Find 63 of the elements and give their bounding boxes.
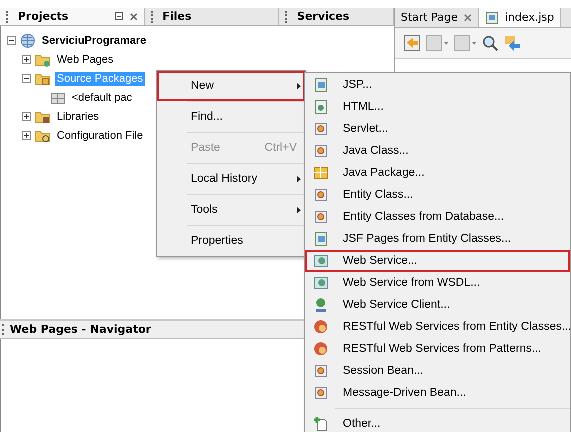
close-icon — [130, 12, 138, 20]
class-icon — [313, 363, 329, 379]
globe-icon — [20, 32, 36, 48]
menu-item[interactable]: Tools — [157, 195, 305, 225]
panel-title: Web Pages - Navigator — [10, 323, 152, 336]
panel-tab[interactable]: Files — [144, 8, 280, 25]
expand-icon[interactable] — [22, 131, 31, 140]
menu-item[interactable]: Servlet... — [305, 118, 570, 140]
new-file-icon — [313, 416, 329, 432]
rest-service-icon — [313, 319, 329, 335]
expand-icon[interactable] — [22, 112, 31, 121]
web-service-icon — [313, 253, 329, 269]
jsp-file-icon — [485, 10, 499, 24]
menu-item[interactable]: RESTful Web Services from Entity Classes... — [305, 316, 570, 338]
close-icon — [464, 14, 472, 22]
menu-item[interactable]: HTML... — [305, 96, 570, 118]
tree-item[interactable]: <default pac — [70, 90, 134, 104]
class-icon — [313, 385, 329, 401]
tree-item[interactable]: ServiciuProgramare — [40, 34, 149, 48]
back-icon — [403, 34, 421, 52]
menu-item[interactable]: Java Package... — [305, 162, 570, 184]
menu-item[interactable]: Session Bean... — [305, 360, 570, 382]
back-dropdown-icon — [425, 34, 449, 52]
menu-item[interactable]: Java Class... — [305, 140, 570, 162]
tree-item[interactable]: Web Pages — [55, 52, 116, 66]
package-icon — [313, 165, 329, 181]
document-icon — [313, 77, 329, 93]
web-service-icon — [313, 275, 329, 291]
menu-item[interactable]: JSP... — [305, 74, 570, 96]
class-icon — [313, 143, 329, 159]
arrow-icon — [503, 34, 521, 52]
class-icon — [313, 121, 329, 137]
editor-tab[interactable]: index.jsp — [479, 8, 562, 27]
menu-item[interactable]: RESTful Web Services from Patterns... — [305, 338, 570, 360]
panel-tab[interactable]: Projects — [0, 8, 145, 25]
menu-item[interactable]: Web Service... — [305, 250, 570, 272]
menu-item[interactable]: Find... — [157, 102, 305, 132]
class-icon — [313, 209, 329, 225]
minimize-icon — [114, 12, 124, 21]
panel-tab[interactable]: Services — [279, 8, 394, 25]
document-icon — [313, 99, 329, 115]
class-icon — [313, 187, 329, 203]
expand-icon[interactable] — [22, 55, 31, 64]
web-service-client-icon — [313, 297, 329, 313]
menu-item[interactable]: Web Service Client... — [305, 294, 570, 316]
menu-item[interactable]: Properties — [157, 226, 305, 256]
menu-item[interactable]: Entity Class... — [305, 184, 570, 206]
document-icon — [313, 231, 329, 247]
tree-item[interactable]: Configuration File — [55, 128, 146, 142]
tree-item[interactable]: Libraries — [55, 110, 102, 124]
forward-dropdown-icon — [453, 34, 477, 52]
menu-item[interactable]: Web Service from WSDL... — [305, 272, 570, 294]
collapse-icon[interactable] — [7, 36, 16, 45]
menu-item[interactable]: Entity Classes from Database... — [305, 206, 570, 228]
rest-service-icon — [313, 341, 329, 357]
menu-item[interactable]: Local History — [157, 164, 305, 194]
search-icon — [481, 34, 499, 52]
menu-item[interactable]: New — [157, 71, 305, 101]
menu-item[interactable]: Other... — [305, 413, 570, 432]
collapse-icon[interactable] — [22, 74, 31, 83]
menu-item[interactable]: JSF Pages from Entity Classes... — [305, 228, 570, 250]
shortcut-text: Ctrl+V — [264, 142, 298, 154]
menu-item[interactable]: Message-Driven Bean... — [305, 382, 570, 404]
